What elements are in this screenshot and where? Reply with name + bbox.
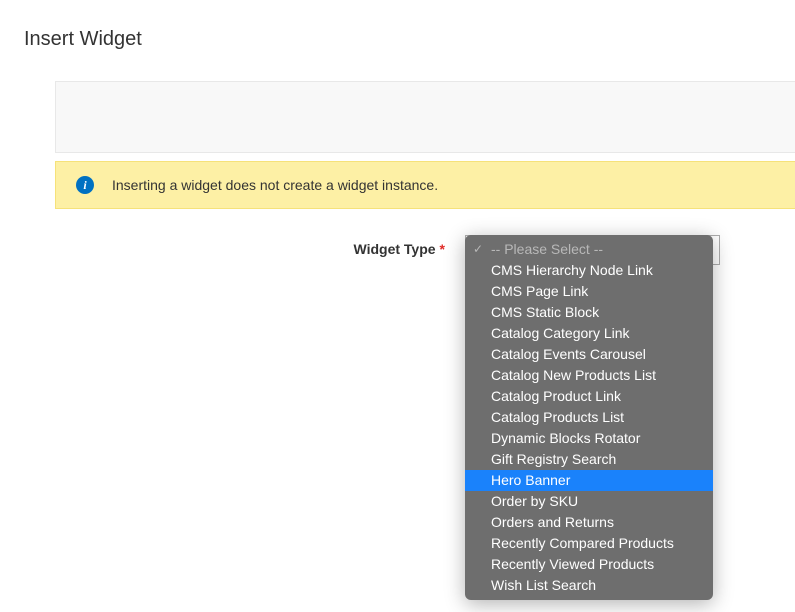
dropdown-option[interactable]: Wish List Search [465, 575, 713, 596]
widget-type-select-wrap: ✓-- Please Select --CMS Hierarchy Node L… [465, 235, 720, 265]
page-title: Insert Widget [0, 0, 795, 51]
info-message: Inserting a widget does not create a wid… [112, 177, 438, 193]
label-text: Widget Type [353, 241, 435, 257]
dropdown-option[interactable]: Catalog Product Link [465, 386, 713, 407]
dropdown-option[interactable]: Catalog Products List [465, 407, 713, 428]
required-asterisk: * [440, 241, 445, 257]
dropdown-option[interactable]: Gift Registry Search [465, 449, 713, 470]
dropdown-option[interactable]: Hero Banner [465, 470, 713, 491]
dropdown-option[interactable]: CMS Hierarchy Node Link [465, 260, 713, 281]
dropdown-option[interactable]: Recently Compared Products [465, 533, 713, 554]
dropdown-option[interactable]: Catalog New Products List [465, 365, 713, 386]
dropdown-option-placeholder[interactable]: ✓-- Please Select -- [465, 239, 713, 260]
widget-type-dropdown[interactable]: ✓-- Please Select --CMS Hierarchy Node L… [465, 235, 713, 600]
dropdown-option[interactable]: Orders and Returns [465, 512, 713, 533]
dropdown-option[interactable]: CMS Static Block [465, 302, 713, 323]
blank-panel [55, 81, 795, 153]
dropdown-option[interactable]: Recently Viewed Products [465, 554, 713, 575]
widget-type-field: Widget Type * ✓-- Please Select --CMS Hie… [55, 235, 795, 265]
info-icon: i [76, 176, 94, 194]
dropdown-option[interactable]: Catalog Events Carousel [465, 344, 713, 365]
dropdown-option[interactable]: Catalog Category Link [465, 323, 713, 344]
dropdown-option[interactable]: CMS Page Link [465, 281, 713, 302]
info-banner: i Inserting a widget does not create a w… [55, 161, 795, 209]
widget-type-label: Widget Type * [55, 235, 445, 257]
dropdown-option[interactable]: Dynamic Blocks Rotator [465, 428, 713, 449]
dropdown-option[interactable]: Order by SKU [465, 491, 713, 512]
